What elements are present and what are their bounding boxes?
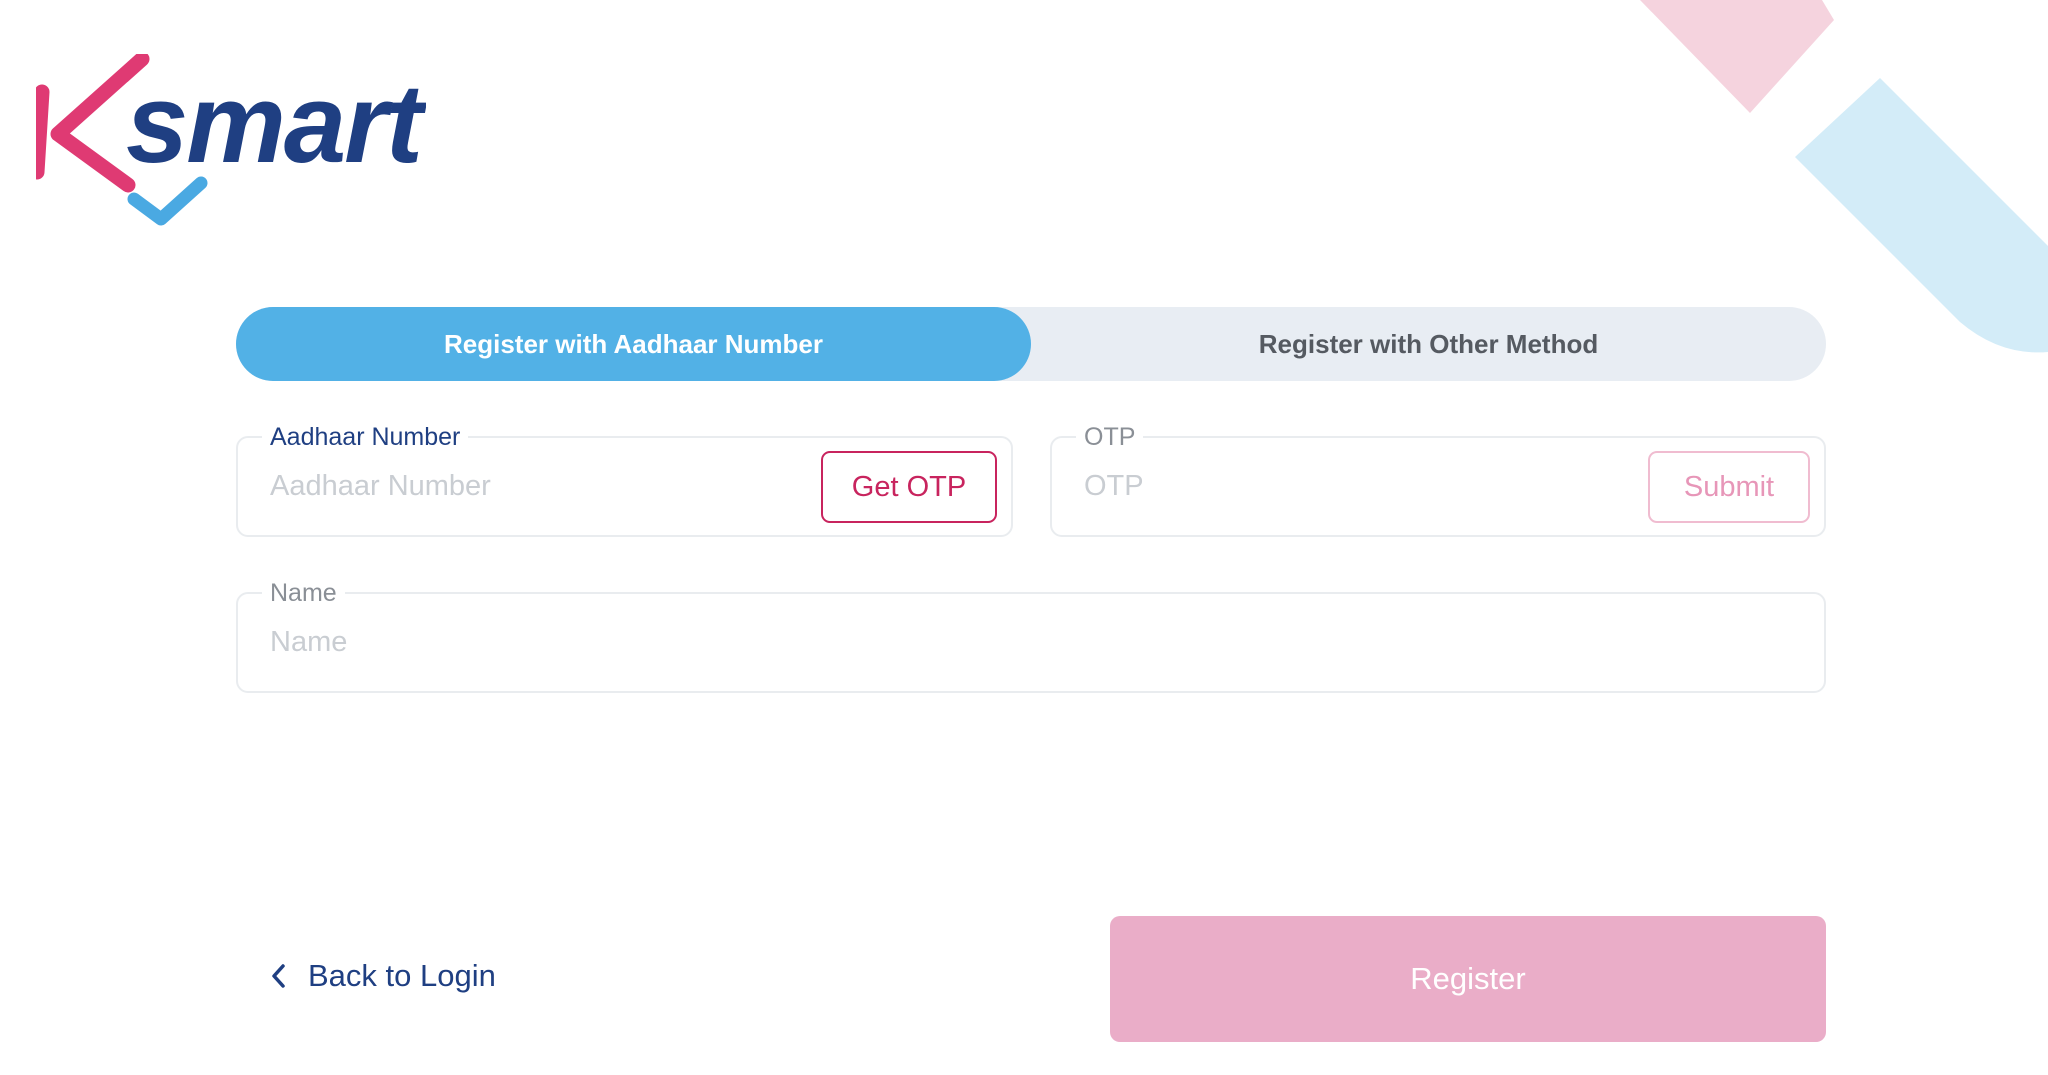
otp-input[interactable] — [1084, 470, 1624, 503]
back-to-login-label: Back to Login — [308, 958, 496, 993]
ksmart-logo: smart — [36, 54, 426, 226]
get-otp-button[interactable]: Get OTP — [821, 451, 997, 523]
logo-wordmark: smart — [126, 61, 426, 186]
name-field: Name — [236, 578, 1826, 693]
tab-register-aadhaar[interactable]: Register with Aadhaar Number — [236, 307, 1031, 381]
registration-method-tabs: Register with Aadhaar Number Register wi… — [236, 307, 1826, 381]
name-label: Name — [262, 578, 345, 608]
aadhaar-label: Aadhaar Number — [262, 422, 469, 452]
tab-register-other[interactable]: Register with Other Method — [1031, 307, 1826, 381]
aadhaar-field: Aadhaar Number Get OTP — [236, 422, 1013, 537]
otp-label: OTP — [1076, 422, 1144, 452]
register-button[interactable]: Register — [1110, 916, 1826, 1042]
back-to-login-link[interactable]: Back to Login — [270, 958, 496, 994]
submit-otp-button[interactable]: Submit — [1648, 451, 1810, 523]
decoration-pink-stripe — [1640, 0, 1834, 113]
aadhaar-input[interactable] — [270, 470, 810, 503]
otp-field: OTP Submit — [1050, 422, 1826, 537]
decoration-blue-stripe — [1795, 78, 2048, 353]
chevron-left-icon — [272, 964, 285, 988]
logo-checkmark — [127, 176, 208, 226]
name-input[interactable] — [270, 626, 1770, 659]
